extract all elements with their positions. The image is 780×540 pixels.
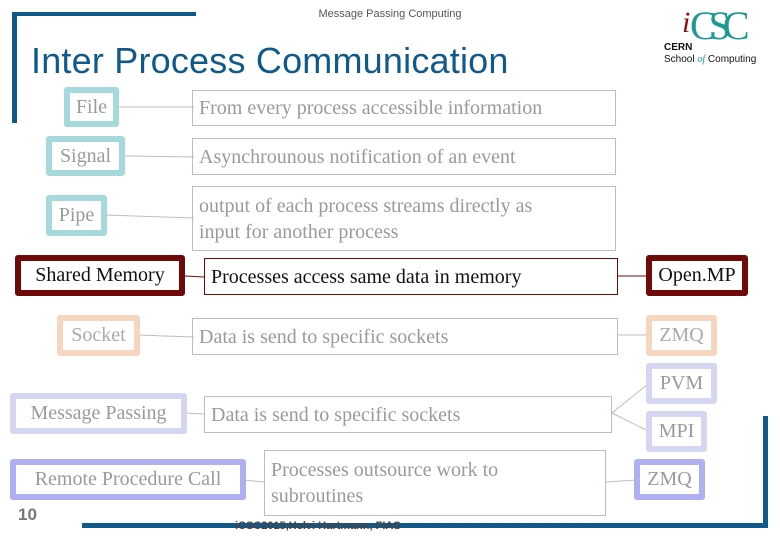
connector-signal <box>123 155 195 158</box>
impl-mpi-box: MPI <box>646 411 707 452</box>
impl-pvm-box: PVM <box>646 363 717 404</box>
pipe-description-line2: input for another process <box>199 220 399 243</box>
page-number: 10 <box>18 505 37 524</box>
rpc-description-line2: subroutines <box>271 485 364 507</box>
ipc-pipe-box: Pipe <box>46 195 107 236</box>
rpc-description-line1: Processes outsource work to <box>271 459 499 481</box>
connector-pipe <box>103 214 195 219</box>
ipc-file-box: File <box>64 87 119 127</box>
ipc-message-passing-box: Message Passing <box>10 393 187 434</box>
connector-mpi <box>611 412 649 432</box>
ipc-shared-memory-description: Processes access same data in memory <box>204 258 618 295</box>
pipe-description-line1: output of each process streams directly … <box>199 194 533 217</box>
ipc-pipe-description: output of each process streams directly … <box>192 186 616 251</box>
ipc-rpc-description: Processes outsource work to subroutines <box>264 450 606 516</box>
ipc-rpc-box: Remote Procedure Call <box>10 459 246 500</box>
connector-socket <box>136 334 195 338</box>
footer-credit: iCSC2015,Helvi Hartmann, FIAS <box>235 520 401 532</box>
ipc-socket-description: Data is send to specific sockets <box>192 318 618 355</box>
connector-rpc <box>243 479 265 483</box>
connector-shared-memory <box>184 275 205 278</box>
ipc-socket-box: Socket <box>57 315 140 356</box>
impl-zmq-socket-box: ZMQ <box>646 315 717 356</box>
ipc-message-passing-description: Data is send to specific sockets <box>204 396 612 433</box>
ipc-signal-box: Signal <box>46 136 125 176</box>
ipc-shared-memory-box: Shared Memory <box>15 255 185 296</box>
ipc-signal-description: Asynchrounous notification of an event <box>192 138 616 175</box>
connector-message-passing <box>184 412 205 415</box>
impl-zmq-rpc-box: ZMQ <box>634 459 705 500</box>
impl-openmp-box: Open.MP <box>646 255 748 296</box>
ipc-file-description: From every process accessible informatio… <box>192 90 616 126</box>
connector-pvm <box>611 383 649 414</box>
connector-zmq-rpc <box>605 479 637 483</box>
